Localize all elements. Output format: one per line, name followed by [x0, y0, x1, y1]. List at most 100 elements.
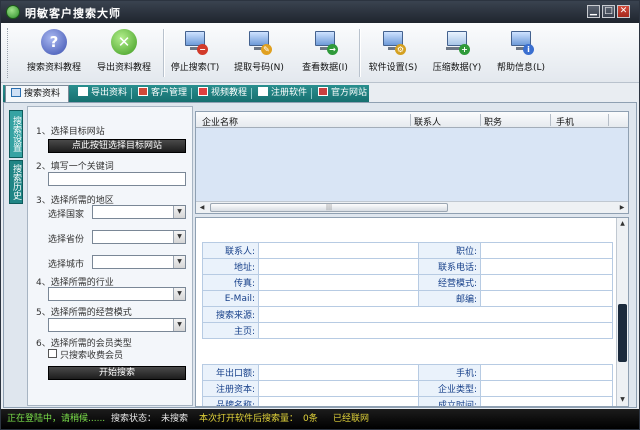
tab-export-data[interactable]: 导出资料 — [73, 85, 131, 102]
toolbar-separator — [359, 29, 360, 77]
detail-key: 主页: — [202, 322, 259, 339]
industry-select[interactable]: ▼ — [48, 287, 186, 301]
results-horizontal-scrollbar[interactable]: ◀ ||| ▶ — [196, 201, 628, 213]
tab-label: 导出资料 — [91, 88, 128, 98]
detail-key: 联系人: — [202, 242, 259, 259]
detail-key: 经营模式: — [418, 274, 481, 291]
view-data-button[interactable]: → 查看数据(I) — [297, 27, 353, 79]
column-header[interactable]: 企业名称 — [202, 115, 238, 128]
province-select[interactable]: ▼ — [92, 230, 186, 244]
vip-only-checkbox[interactable] — [48, 349, 57, 358]
tab-label: 注册软件 — [271, 88, 308, 98]
tab-video-tutorial[interactable]: 视频教程 — [193, 85, 251, 102]
detail-value — [480, 396, 613, 406]
title-bar: 明敏客户搜索大师 ▁ □ ✕ — [1, 1, 639, 23]
column-header[interactable]: 联系人 — [414, 115, 441, 128]
results-grid[interactable]: 企业名称 联系人 职务 手机 ◀ ||| ▶ — [195, 111, 629, 214]
detail-key: 成立时间: — [418, 396, 481, 406]
scroll-thumb[interactable]: ||| — [210, 203, 448, 212]
export-tutorial-button[interactable]: ✕ 导出资料教程 — [93, 27, 155, 79]
view-monitor-icon: → — [312, 29, 338, 55]
register-icon — [258, 87, 268, 96]
column-header[interactable]: 职务 — [484, 115, 502, 128]
detail-value — [258, 306, 613, 323]
search-tutorial-button[interactable]: ? 搜索资料教程 — [23, 27, 85, 79]
detail-key: 职位: — [418, 242, 481, 259]
column-header[interactable]: 手机 — [556, 115, 574, 128]
scroll-up-icon[interactable]: ▲ — [617, 218, 628, 230]
detail-key: 手机: — [418, 364, 481, 381]
detail-value — [258, 322, 613, 339]
toolbar-button-label: 提取号码(N) — [234, 63, 284, 73]
detail-vertical-scrollbar[interactable]: ▲ ▼ — [616, 218, 628, 406]
column-separator — [608, 114, 609, 126]
website-icon — [318, 87, 328, 96]
detail-key: E-Mail: — [202, 290, 259, 307]
window-title: 明敏客户搜索大师 — [25, 7, 121, 20]
toolbar-button-label: 停止搜索(T) — [170, 63, 220, 73]
tab-label: 搜索资料 — [24, 89, 61, 99]
detail-value — [258, 396, 419, 406]
stop-search-button[interactable]: − 停止搜索(T) — [169, 27, 221, 79]
chevron-down-icon: ▼ — [173, 231, 185, 243]
side-tab-strip: 搜索设置 搜索历史 — [5, 106, 25, 406]
detail-key: 年出口额: — [202, 364, 259, 381]
search-count-value: 0条 — [303, 414, 318, 424]
scroll-down-icon[interactable]: ▼ — [617, 394, 628, 406]
toolbar-button-label: 软件设置(S) — [368, 63, 418, 73]
detail-key: 邮编: — [418, 290, 481, 307]
close-button[interactable]: ✕ — [617, 5, 630, 18]
chevron-down-icon: ▼ — [173, 206, 185, 218]
tools-icon: ✕ — [111, 29, 137, 55]
detail-value — [480, 290, 613, 307]
detail-contact-table: 联系人: 职位: 地址: 联系电话: 传真: 经营模式: E-Mail: 邮编:… — [202, 242, 613, 339]
side-tab-search-settings[interactable]: 搜索设置 — [9, 110, 23, 158]
tab-label: 视频教程 — [211, 88, 248, 98]
detail-value — [480, 258, 613, 275]
detail-value — [258, 274, 419, 291]
country-select[interactable]: ▼ — [92, 205, 186, 219]
side-tab-search-history[interactable]: 搜索历史 — [9, 160, 23, 204]
tab-customer-management[interactable]: 客户管理 — [133, 85, 191, 102]
scroll-right-icon[interactable]: ▶ — [616, 202, 628, 213]
extract-numbers-button[interactable]: ✎ 提取号码(N) — [231, 27, 287, 79]
stop-monitor-icon: − — [182, 29, 208, 55]
city-select[interactable]: ▼ — [92, 255, 186, 269]
detail-value — [258, 258, 419, 275]
help-info-button[interactable]: i 帮助信息(L) — [493, 27, 549, 79]
vip-only-label: 只搜索收费会员 — [60, 351, 124, 361]
compress-data-button[interactable]: + 压缩数据(Y) — [429, 27, 485, 79]
video-icon — [198, 87, 208, 96]
detail-key: 品牌名称: — [202, 396, 259, 406]
help-circle-icon: ? — [41, 29, 67, 55]
detail-key: 搜索来源: — [202, 306, 259, 323]
export-data-icon — [78, 87, 88, 96]
settings-button[interactable]: ⚙ 软件设置(S) — [365, 27, 421, 79]
table-row: 地址: 联系电话: — [202, 258, 613, 275]
scroll-left-icon[interactable]: ◀ — [196, 202, 208, 213]
tab-official-website[interactable]: 官方网站 — [313, 85, 369, 102]
detail-value — [258, 242, 419, 259]
start-search-button[interactable]: 开始搜索 — [48, 366, 186, 380]
keyword-input[interactable] — [48, 172, 186, 186]
customer-icon — [138, 87, 148, 96]
detail-company-table: 年出口额: 手机: 注册资本: 企业类型: 品牌名称: 成立时间: — [202, 364, 613, 406]
search-panel: 1、选择目标网站 点此按钮选择目标网站 2、填写一个关键词 3、选择所需的地区 … — [27, 106, 193, 406]
step5-label: 5、选择所需的经营模式 — [36, 308, 132, 318]
detail-value — [480, 364, 613, 381]
detail-key: 地址: — [202, 258, 259, 275]
search-data-icon — [11, 88, 21, 97]
tab-separator — [251, 88, 252, 99]
main-tab-strip: 搜索资料 导出资料 客户管理 视频教程 注册软件 官方网站 — [3, 85, 369, 102]
business-model-select[interactable]: ▼ — [48, 318, 186, 332]
minimize-button[interactable]: ▁ — [587, 5, 600, 18]
toolbar-button-label: 导出资料教程 — [96, 63, 151, 73]
maximize-button[interactable]: □ — [602, 5, 615, 18]
tab-search-data[interactable]: 搜索资料 — [5, 85, 69, 102]
tab-register-software[interactable]: 注册软件 — [253, 85, 311, 102]
scroll-thumb[interactable] — [618, 304, 627, 362]
chevron-down-icon: ▼ — [173, 256, 185, 268]
pick-target-site-button[interactable]: 点此按钮选择目标网站 — [48, 139, 186, 153]
table-row: 品牌名称: 成立时间: — [202, 396, 613, 406]
help-monitor-icon: i — [508, 29, 534, 55]
